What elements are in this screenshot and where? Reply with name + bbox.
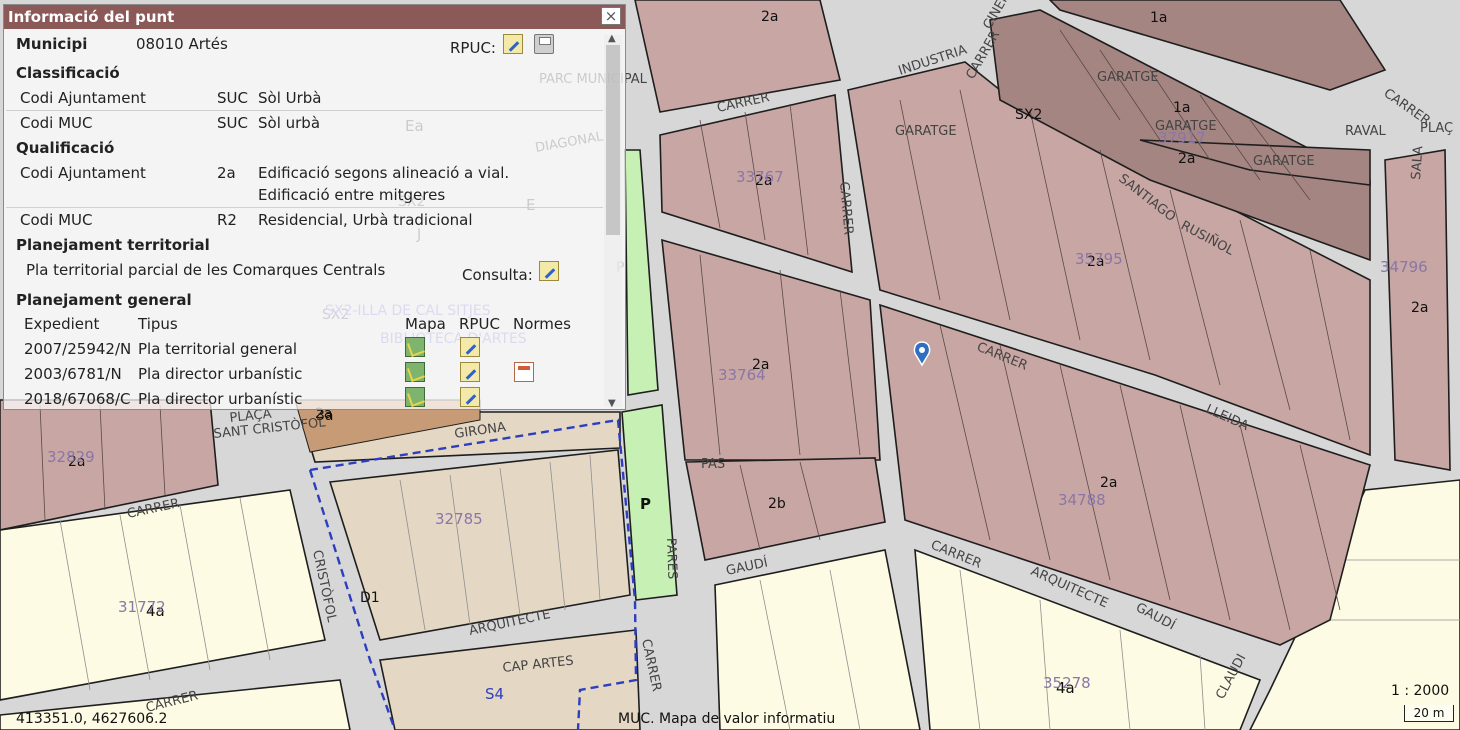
zone-label-d1: D1 bbox=[360, 590, 380, 606]
zone-label-s4: S4 bbox=[485, 685, 504, 703]
zone-label-p: P bbox=[640, 495, 651, 513]
street-name-label: SALA bbox=[1409, 145, 1426, 180]
row-separator bbox=[6, 110, 603, 111]
plan-territorial-item: Pla territorial parcial de les Comarques… bbox=[26, 261, 386, 279]
map-icon[interactable] bbox=[405, 362, 425, 382]
plan-territorial-heading: Planejament territorial bbox=[16, 236, 210, 254]
parcel-number-label: 32785 bbox=[435, 510, 483, 528]
qual-row-label: Codi Ajuntament bbox=[20, 164, 146, 182]
class-row-desc: Sòl urbà bbox=[258, 114, 321, 132]
parcel-number-label: 32829 bbox=[47, 448, 95, 466]
print-icon[interactable] bbox=[534, 34, 554, 54]
parcel-number-label: 35278 bbox=[1043, 674, 1091, 692]
class-row-desc: Sòl Urbà bbox=[258, 89, 322, 107]
classificacio-heading: Classificació bbox=[16, 64, 120, 82]
zone-label-2a: 2a bbox=[761, 9, 779, 25]
rpuc-edit-icon[interactable] bbox=[503, 34, 523, 54]
zone-label-1a: 1a bbox=[1173, 100, 1191, 116]
scale-bar: 20 m bbox=[1404, 705, 1454, 722]
plan-general-heading: Planejament general bbox=[16, 291, 192, 309]
qual-row-desc2: Edificació entre mitgeres bbox=[258, 186, 446, 204]
zone-label-2b: 2b bbox=[768, 496, 786, 512]
expedient-cell: 2018/67068/C bbox=[24, 390, 131, 408]
zone-label-2a: 2a bbox=[1178, 151, 1196, 167]
row-separator bbox=[6, 207, 603, 208]
parcel-number-label: 33764 bbox=[718, 366, 766, 384]
street-name-label: GARATGE bbox=[895, 124, 957, 139]
qual-row-desc: Edificació segons alineació a vial. bbox=[258, 164, 510, 182]
tipus-cell: Pla director urbanístic bbox=[138, 390, 303, 408]
parcel-number-label: 33767 bbox=[736, 168, 784, 186]
parcel-number-label: 34788 bbox=[1058, 491, 1106, 509]
qual-row-desc: Residencial, Urbà tradicional bbox=[258, 211, 473, 229]
street-name-label: GARATGE bbox=[1253, 154, 1315, 169]
map-caption: MUC. Mapa de valor informatiu bbox=[618, 711, 836, 727]
municipi-label: Municipi bbox=[16, 35, 88, 53]
scale-ratio: 1 : 2000 bbox=[1391, 683, 1450, 699]
zone-label-sx2: SX2 bbox=[1015, 107, 1042, 123]
class-row-label: Codi MUC bbox=[20, 114, 93, 132]
street-name-label: GARATGE bbox=[1155, 119, 1217, 134]
col-header-mapa: Mapa bbox=[405, 315, 446, 333]
street-name-label: PLAÇ bbox=[1420, 121, 1453, 136]
qualificacio-heading: Qualificació bbox=[16, 139, 115, 157]
point-info-panel: Informació del punt × Municipi 08010 Art… bbox=[3, 4, 626, 410]
class-row-code: SUC bbox=[217, 89, 248, 107]
tipus-cell: Pla director urbanístic bbox=[138, 365, 303, 383]
qual-row-code: R2 bbox=[217, 211, 237, 229]
col-header-tipus: Tipus bbox=[138, 315, 178, 333]
class-row-label: Codi Ajuntament bbox=[20, 89, 146, 107]
coordinate-readout: 413351.0, 4627606.2 bbox=[16, 711, 168, 727]
qual-row-label: Codi MUC bbox=[20, 211, 93, 229]
map-icon[interactable] bbox=[405, 387, 425, 407]
parcel-number-label: 31772 bbox=[118, 598, 166, 616]
class-row-code: SUC bbox=[217, 114, 248, 132]
scroll-up-icon[interactable]: ▲ bbox=[608, 33, 616, 44]
parcel-number-label: 35795 bbox=[1075, 250, 1123, 268]
street-name-label: PAS bbox=[701, 457, 725, 472]
panel-title: Informació del punt bbox=[4, 5, 625, 29]
panel-scrollbar[interactable]: ▲ ▼ bbox=[604, 33, 622, 409]
scroll-down-icon[interactable]: ▼ bbox=[608, 398, 616, 409]
col-header-rpuc: RPUC bbox=[459, 315, 500, 333]
scroll-thumb[interactable] bbox=[606, 45, 620, 235]
zone-label-2a: 2a bbox=[1411, 300, 1429, 316]
tipus-cell: Pla territorial general bbox=[138, 340, 298, 358]
normes-document-icon[interactable] bbox=[514, 362, 534, 382]
street-name-label: RAVAL bbox=[1345, 124, 1387, 139]
municipi-value: 08010 Artés bbox=[136, 35, 228, 53]
rpuc-label: RPUC: bbox=[450, 39, 496, 57]
zone-label-1a: 1a bbox=[1150, 10, 1168, 26]
col-header-expedient: Expedient bbox=[24, 315, 100, 333]
rpuc-icon[interactable] bbox=[460, 362, 480, 382]
zone-label-2a: 2a bbox=[1100, 475, 1118, 491]
expedient-cell: 2007/25942/N bbox=[24, 340, 132, 358]
qual-row-code: 2a bbox=[217, 164, 236, 182]
consulta-label: Consulta: bbox=[462, 266, 533, 284]
expedient-cell: 2003/6781/N bbox=[24, 365, 122, 383]
street-name-label: GARATGE bbox=[1097, 70, 1159, 85]
map-icon[interactable] bbox=[405, 337, 425, 357]
rpuc-icon[interactable] bbox=[460, 337, 480, 357]
consulta-edit-icon[interactable] bbox=[539, 261, 559, 281]
parcel-number-label: 34796 bbox=[1380, 258, 1428, 276]
col-header-normes: Normes bbox=[513, 315, 571, 333]
close-button[interactable]: × bbox=[601, 7, 621, 25]
street-name-label: PARES bbox=[663, 538, 679, 580]
rpuc-icon[interactable] bbox=[460, 387, 480, 407]
